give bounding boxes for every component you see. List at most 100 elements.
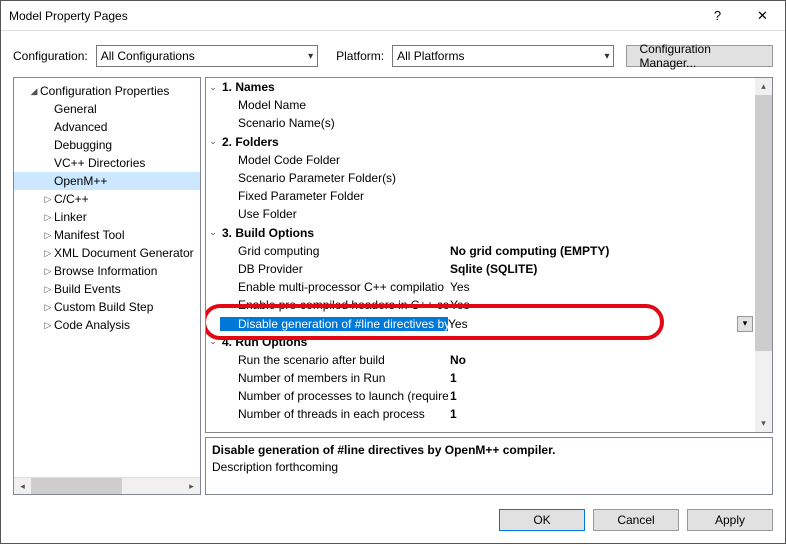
grid-section[interactable]: ⌄4. Run Options <box>206 333 755 351</box>
property-value: Yes <box>448 298 755 312</box>
property-value: No <box>448 353 755 367</box>
grid-property-row[interactable]: Number of members in Run1 <box>206 369 755 387</box>
platform-label: Platform: <box>336 49 384 63</box>
tree-expand-icon[interactable]: ▷ <box>42 212 54 223</box>
close-button[interactable]: ✕ <box>740 1 785 31</box>
tree-expand-icon[interactable]: ▷ <box>42 320 54 331</box>
grid-property-row[interactable]: Disable generation of #line directives b… <box>206 314 755 332</box>
grid-section[interactable]: ⌄3. Build Options <box>206 224 755 242</box>
grid-vertical-scrollbar[interactable]: ▴ ▾ <box>755 78 772 432</box>
grid-property-row[interactable]: Model Name <box>206 96 755 114</box>
tree-root[interactable]: ◢ Configuration Properties <box>14 82 200 100</box>
tree-item-label: General <box>54 102 97 116</box>
tree-expand-icon[interactable]: ▷ <box>42 194 54 205</box>
property-grid-container: ⌄1. NamesModel Name Scenario Name(s) ⌄2. F… <box>205 77 773 433</box>
property-value-combo[interactable]: Yes▾ <box>448 317 755 331</box>
grid-property-row[interactable]: Model Code Folder <box>206 151 755 169</box>
tree-expand-icon[interactable]: ▷ <box>42 248 54 259</box>
tree-item[interactable]: General <box>14 100 200 118</box>
tree-item[interactable]: ▷Code Analysis <box>14 316 200 334</box>
scroll-thumb[interactable] <box>31 478 122 495</box>
scroll-up-icon[interactable]: ▴ <box>755 78 772 95</box>
grid-property-row[interactable]: Grid computingNo grid computing (EMPTY) <box>206 242 755 260</box>
grid-property-row[interactable]: Enable pre-compiled headers in C++ coYes <box>206 296 755 314</box>
tree-item[interactable]: ▷Build Events <box>14 280 200 298</box>
cancel-button[interactable]: Cancel <box>593 509 679 531</box>
tree-item[interactable]: Debugging <box>14 136 200 154</box>
right-panel: ⌄1. NamesModel Name Scenario Name(s) ⌄2. F… <box>205 77 773 495</box>
grid-property-row[interactable]: Enable multi-processor C++ compilatioYes <box>206 278 755 296</box>
tree-item[interactable]: ▷Custom Build Step <box>14 298 200 316</box>
tree-item[interactable]: ▷Browse Information <box>14 262 200 280</box>
section-label: 4. Run Options <box>220 335 448 349</box>
grid-section[interactable]: ⌄2. Folders <box>206 133 755 151</box>
property-name: Enable multi-processor C++ compilatio <box>220 280 448 294</box>
tree-item-label: Manifest Tool <box>54 228 124 242</box>
property-name: Grid computing <box>220 244 448 258</box>
tree-item-label: Build Events <box>54 282 121 296</box>
grid-property-row[interactable]: Number of processes to launch (require1 <box>206 387 755 405</box>
section-toggle-icon[interactable]: ⌄ <box>206 227 220 238</box>
grid-property-row[interactable]: Scenario Name(s) <box>206 114 755 132</box>
grid-section[interactable]: ⌄1. Names <box>206 78 755 96</box>
property-name: Model Code Folder <box>220 153 448 167</box>
tree-item[interactable]: OpenM++ <box>14 172 200 190</box>
tree-collapse-icon: ◢ <box>28 86 40 97</box>
window-title: Model Property Pages <box>9 9 695 23</box>
tree-item-label: C/C++ <box>54 192 89 206</box>
scroll-track[interactable] <box>755 95 772 415</box>
configuration-value: All Configurations <box>101 49 195 63</box>
tree-item-label: Browse Information <box>54 264 157 278</box>
tree-item-label: Code Analysis <box>54 318 130 332</box>
section-toggle-icon[interactable]: ⌄ <box>206 82 220 93</box>
property-name: Number of processes to launch (require <box>220 389 448 403</box>
description-title: Disable generation of #line directives b… <box>212 442 766 459</box>
tree-item-label: OpenM++ <box>54 174 107 188</box>
scroll-thumb[interactable] <box>755 95 772 351</box>
tree-item[interactable]: Advanced <box>14 118 200 136</box>
main-area: ◢ Configuration Properties General Advanc… <box>1 77 785 495</box>
grid-property-row[interactable]: DB ProviderSqlite (SQLITE) <box>206 260 755 278</box>
grid-property-row[interactable]: Fixed Parameter Folder <box>206 187 755 205</box>
section-label: 3. Build Options <box>220 226 448 240</box>
tree-item[interactable]: ▷XML Document Generator <box>14 244 200 262</box>
grid-property-row[interactable]: Number of threads in each process1 <box>206 405 755 423</box>
platform-combo[interactable]: All Platforms ▾ <box>392 45 614 67</box>
grid-property-row[interactable]: Use Folder <box>206 205 755 223</box>
description-body: Description forthcoming <box>212 459 766 476</box>
chevron-down-icon[interactable]: ▾ <box>737 316 753 332</box>
section-toggle-icon[interactable]: ⌄ <box>206 136 220 147</box>
chevron-down-icon: ▾ <box>598 51 609 62</box>
property-value: Sqlite (SQLITE) <box>448 262 755 276</box>
tree-item[interactable]: ▷Manifest Tool <box>14 226 200 244</box>
configuration-combo[interactable]: All Configurations ▾ <box>96 45 318 67</box>
help-button[interactable]: ? <box>695 1 740 31</box>
ok-button[interactable]: OK <box>499 509 585 531</box>
property-grid[interactable]: ⌄1. NamesModel Name Scenario Name(s) ⌄2. F… <box>206 78 755 432</box>
chevron-down-icon: ▾ <box>302 51 313 62</box>
grid-property-row[interactable]: Scenario Parameter Folder(s) <box>206 169 755 187</box>
scroll-track[interactable] <box>31 478 183 495</box>
configuration-manager-button[interactable]: Configuration Manager... <box>626 45 773 67</box>
tree-expand-icon[interactable]: ▷ <box>42 266 54 277</box>
scroll-down-icon[interactable]: ▾ <box>755 415 772 432</box>
scroll-right-icon[interactable]: ▸ <box>183 478 200 495</box>
configuration-toolbar: Configuration: All Configurations ▾ Plat… <box>1 31 785 77</box>
property-name: Disable generation of #line directives b… <box>220 317 448 331</box>
tree-expand-icon[interactable]: ▷ <box>42 230 54 241</box>
tree-item[interactable]: ▷C/C++ <box>14 190 200 208</box>
dialog-footer: OK Cancel Apply <box>1 495 785 545</box>
property-value: No grid computing (EMPTY) <box>448 244 755 258</box>
section-toggle-icon[interactable]: ⌄ <box>206 336 220 347</box>
tree-item[interactable]: VC++ Directories <box>14 154 200 172</box>
property-name: Scenario Name(s) <box>220 116 448 130</box>
apply-button[interactable]: Apply <box>687 509 773 531</box>
scroll-left-icon[interactable]: ◂ <box>14 478 31 495</box>
grid-property-row[interactable]: Run the scenario after buildNo <box>206 351 755 369</box>
property-tree[interactable]: ◢ Configuration Properties General Advanc… <box>14 78 200 477</box>
tree-expand-icon[interactable]: ▷ <box>42 284 54 295</box>
tree-item-label: VC++ Directories <box>54 156 145 170</box>
tree-expand-icon[interactable]: ▷ <box>42 302 54 313</box>
tree-horizontal-scrollbar[interactable]: ◂ ▸ <box>14 477 200 494</box>
tree-item[interactable]: ▷Linker <box>14 208 200 226</box>
